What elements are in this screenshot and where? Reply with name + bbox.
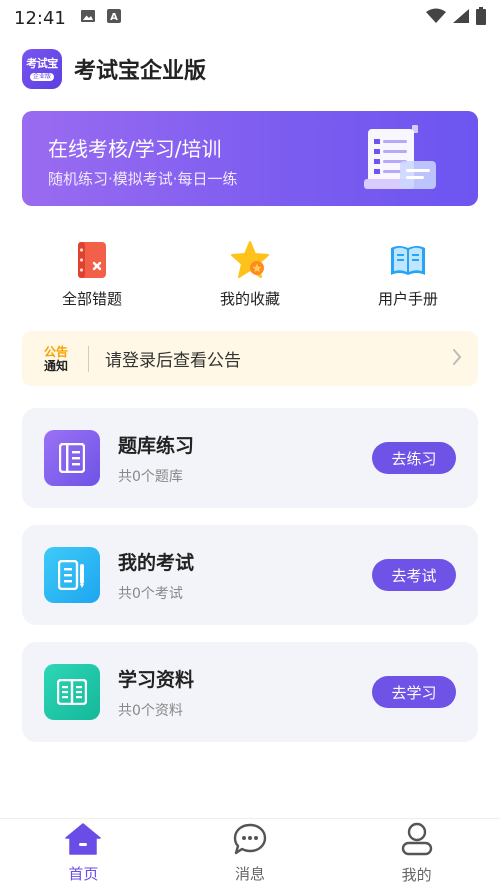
status-left-icons: A [80, 8, 122, 28]
card-question-bank[interactable]: 题库练习 共0个题库 去练习 [22, 408, 478, 508]
status-bar: 12:41 A [0, 0, 500, 36]
logo-sub-text: 企业版 [29, 73, 54, 81]
nav-label: 我的 [401, 866, 432, 884]
battery-icon [476, 7, 486, 29]
card-title: 我的考试 [118, 551, 195, 574]
nav-label: 首页 [68, 865, 99, 883]
quick-action-user-manual[interactable]: 用户手册 [338, 240, 478, 310]
card-study-materials[interactable]: 学习资料 共0个资料 去学习 [22, 642, 478, 742]
nav-messages[interactable]: 消息 [167, 819, 334, 888]
chevron-right-icon [452, 347, 462, 371]
error-book-icon [72, 240, 112, 280]
card-title: 学习资料 [118, 668, 195, 691]
star-icon [230, 240, 270, 280]
banner-title: 在线考核/学习/培训 [48, 137, 222, 161]
bottom-nav: 首页 消息 我的 [0, 818, 500, 888]
signal-icon [452, 8, 470, 28]
study-button[interactable]: 去学习 [372, 676, 456, 708]
wifi-icon [426, 8, 446, 28]
nav-home[interactable]: 首页 [0, 819, 167, 888]
app-title: 考试宝企业版 [74, 59, 207, 84]
notice-bar[interactable]: 公告 通知 请登录后查看公告 [22, 331, 478, 386]
status-right-icons [426, 7, 486, 29]
quick-action-error-book[interactable]: 全部错题 [22, 240, 162, 310]
quick-action-label: 用户手册 [377, 290, 438, 308]
notice-badge: 公告 通知 [38, 345, 74, 373]
notice-badge-bottom: 通知 [43, 358, 68, 373]
document-illustration-icon [364, 125, 436, 189]
profile-icon [401, 822, 433, 860]
card-my-exams[interactable]: 我的考试 共0个考试 去考试 [22, 525, 478, 625]
card-title: 题库练习 [118, 434, 195, 457]
quick-action-label: 我的收藏 [219, 290, 280, 308]
card-text: 学习资料 共0个资料 [118, 665, 372, 720]
a-badge-icon: A [106, 8, 122, 28]
question-bank-icon [44, 430, 100, 486]
card-text: 我的考试 共0个考试 [118, 548, 372, 603]
card-subtitle: 共0个资料 [118, 702, 183, 719]
card-subtitle: 共0个考试 [118, 585, 183, 602]
exam-icon [44, 547, 100, 603]
take-exam-button[interactable]: 去考试 [372, 559, 456, 591]
quick-actions: 全部错题 我的收藏 用户手册 [22, 240, 478, 310]
banner-subtitle: 随机练习·模拟考试·每日一练 [48, 170, 238, 188]
promo-banner[interactable]: 在线考核/学习/培训 随机练习·模拟考试·每日一练 [22, 111, 478, 206]
quick-action-favorites[interactable]: 我的收藏 [180, 240, 320, 310]
nav-profile[interactable]: 我的 [333, 819, 500, 888]
study-material-icon [44, 664, 100, 720]
svg-text:A: A [110, 12, 118, 23]
home-icon [65, 823, 102, 859]
practice-button[interactable]: 去练习 [372, 442, 456, 474]
notice-badge-top: 公告 [43, 344, 68, 359]
notice-text: 请登录后查看公告 [105, 351, 241, 371]
app-logo: 考试宝 企业版 [22, 49, 62, 89]
image-icon [80, 8, 96, 28]
card-text: 题库练习 共0个题库 [118, 431, 372, 486]
manual-book-icon [388, 240, 428, 280]
message-icon [233, 823, 267, 859]
quick-action-label: 全部错题 [61, 290, 122, 308]
logo-main-text: 考试宝 [26, 57, 58, 70]
status-time: 12:41 [14, 7, 66, 29]
card-subtitle: 共0个题库 [118, 468, 183, 485]
nav-label: 消息 [235, 865, 266, 883]
app-header: 考试宝 企业版 考试宝企业版 [22, 48, 206, 90]
notice-divider [88, 345, 89, 372]
